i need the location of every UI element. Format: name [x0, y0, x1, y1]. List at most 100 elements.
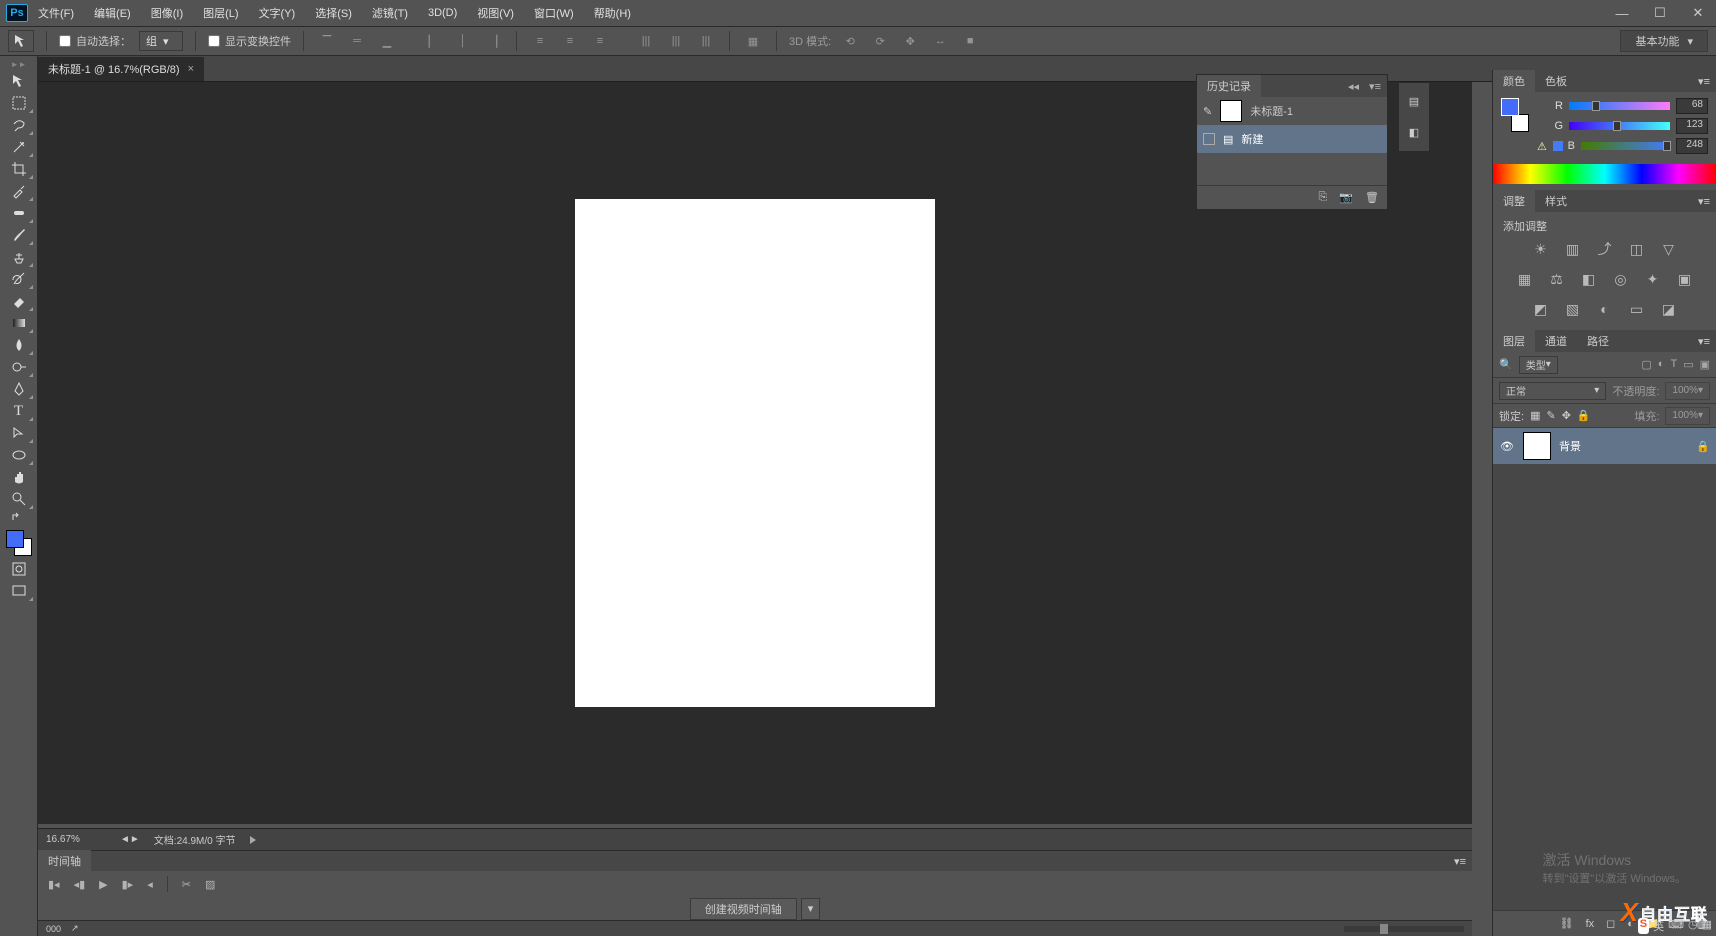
hand-tool[interactable] [4, 466, 34, 488]
g-value[interactable]: 123 [1676, 118, 1708, 134]
document-tab-close-button[interactable]: × [188, 63, 194, 75]
tray-lang-label[interactable]: 英 [1653, 918, 1664, 934]
layer-style-icon[interactable]: fx [1586, 918, 1595, 930]
history-state-row[interactable]: ▤ 新建 [1197, 125, 1387, 153]
align-left-icon[interactable]: ▏ [422, 30, 444, 52]
gradient-map-icon[interactable]: ▭ [1627, 300, 1647, 318]
zoom-tool[interactable] [4, 488, 34, 510]
eraser-tool[interactable] [4, 290, 34, 312]
layer-mask-icon[interactable]: ◻ [1606, 917, 1615, 930]
prev-frame-icon[interactable]: ◂▮ [74, 878, 86, 891]
color-panel-menu[interactable]: ▾≡ [1692, 75, 1716, 88]
auto-select-target-dropdown[interactable]: 组 ▾ [139, 31, 183, 51]
fill-input[interactable]: 100%▾ [1665, 407, 1710, 425]
paths-tab[interactable]: 路径 [1577, 330, 1619, 352]
blend-mode-dropdown[interactable]: 正常 ▾ [1499, 382, 1606, 400]
lock-all-icon[interactable]: 🔒 [1577, 409, 1591, 422]
3d-roll-icon[interactable]: ⟳ [869, 30, 891, 52]
gamut-warning-icon[interactable]: ⚠ [1537, 140, 1547, 153]
history-document-row[interactable]: ✎ 未标题-1 [1197, 97, 1387, 125]
align-top-icon[interactable]: ▔ [316, 30, 338, 52]
b-slider[interactable] [1581, 142, 1670, 150]
b-value[interactable]: 248 [1676, 138, 1708, 154]
timeline-tab[interactable]: 时间轴 [38, 850, 91, 872]
audio-mute-icon[interactable]: ✂ [182, 878, 191, 891]
menu-file[interactable]: 文件(F) [28, 0, 84, 26]
tray-ime-icon[interactable]: S [1638, 918, 1649, 934]
workspace-switcher[interactable]: 基本功能 ▾ [1620, 30, 1708, 52]
marquee-tool[interactable] [4, 92, 34, 114]
lasso-tool[interactable] [4, 114, 34, 136]
threshold-icon[interactable]: ◐ [1595, 300, 1615, 318]
menu-filter[interactable]: 滤镜(T) [362, 0, 418, 26]
r-slider[interactable] [1569, 102, 1670, 110]
layer-visibility-icon[interactable]: 👁 [1499, 440, 1515, 453]
next-frame-icon[interactable]: ▮▸ [122, 878, 134, 891]
filter-type-icon[interactable]: T [1670, 358, 1677, 371]
layers-panel-menu[interactable]: ▾≡ [1692, 335, 1716, 348]
status-flyout-icon[interactable] [250, 836, 258, 844]
zoom-level[interactable]: 16.67% [46, 834, 106, 845]
link-layers-icon[interactable]: ⛓ [1560, 917, 1574, 930]
color-tab[interactable]: 颜色 [1493, 70, 1535, 92]
distribute-bottom-icon[interactable]: ≡ [589, 30, 611, 52]
go-to-last-frame-icon[interactable]: ◂ [147, 878, 153, 891]
panel-collapse-button[interactable]: ◂◂ [1344, 80, 1363, 93]
panel-menu-button[interactable]: ▾≡ [1363, 80, 1387, 93]
window-minimize-button[interactable]: — [1610, 0, 1634, 26]
timeline-zoom-slider[interactable] [1344, 926, 1464, 932]
menu-type[interactable]: 文字(Y) [249, 0, 306, 26]
layer-thumbnail[interactable] [1523, 432, 1551, 460]
tray-misc-icon-1[interactable]: ◷ [1688, 918, 1698, 934]
window-close-button[interactable]: ✕ [1686, 0, 1710, 26]
filter-smart-icon[interactable]: ▣ [1700, 358, 1710, 371]
r-value[interactable]: 68 [1676, 98, 1708, 114]
adjustments-tab[interactable]: 调整 [1493, 190, 1535, 212]
menu-layer[interactable]: 图层(L) [193, 0, 248, 26]
filter-adjust-icon[interactable]: ◐ [1658, 358, 1665, 371]
layer-filter-dropdown[interactable]: 类型 ▾ [1519, 356, 1558, 374]
color-swatches[interactable] [4, 528, 34, 558]
create-video-timeline-button[interactable]: 创建视频时间轴 [690, 898, 797, 920]
doc-info[interactable]: 文档:24.9M/0 字节 [154, 832, 236, 847]
black-white-icon[interactable]: ◧ [1579, 270, 1599, 288]
align-right-icon[interactable]: ▕ [482, 30, 504, 52]
align-vmiddle-icon[interactable]: ═ [346, 30, 368, 52]
dock-icon-1[interactable]: ▤ [1409, 95, 1419, 108]
delete-state-icon[interactable]: 🗑 [1365, 191, 1379, 204]
3d-orbit-icon[interactable]: ⟲ [839, 30, 861, 52]
document-canvas[interactable] [575, 199, 935, 707]
color-spectrum[interactable] [1493, 164, 1716, 184]
channel-mixer-icon[interactable]: ✦ [1643, 270, 1663, 288]
play-icon[interactable]: ▶ [99, 878, 107, 891]
brush-tool[interactable] [4, 224, 34, 246]
color-balance-icon[interactable]: ⚖ [1547, 270, 1567, 288]
menu-select[interactable]: 选择(S) [305, 0, 362, 26]
levels-icon[interactable]: ▥ [1563, 240, 1583, 258]
distribute-left-icon[interactable]: ||| [635, 30, 657, 52]
menu-window[interactable]: 窗口(W) [524, 0, 584, 26]
foreground-color-swatch[interactable] [6, 530, 24, 548]
timeline-type-dropdown[interactable]: ▾ [801, 898, 821, 920]
color-panel-swatches[interactable] [1501, 98, 1529, 132]
crop-tool[interactable] [4, 158, 34, 180]
current-tool-indicator[interactable] [8, 30, 34, 52]
menu-view[interactable]: 视图(V) [467, 0, 524, 26]
eyedropper-tool[interactable] [4, 180, 34, 202]
timeline-panel-menu[interactable]: ▾≡ [1448, 855, 1472, 868]
curves-icon[interactable]: ⤴ [1595, 240, 1615, 258]
distribute-right-icon[interactable]: ||| [695, 30, 717, 52]
vibrance-icon[interactable]: ▽ [1659, 240, 1679, 258]
quickmask-tool[interactable] [4, 558, 34, 580]
lock-pixels-icon[interactable]: ✎ [1546, 409, 1555, 422]
magic-wand-tool[interactable] [4, 136, 34, 158]
menu-edit[interactable]: 编辑(E) [84, 0, 141, 26]
styles-tab[interactable]: 样式 [1535, 190, 1577, 212]
auto-select-checkbox[interactable]: 自动选择： [59, 33, 131, 49]
go-to-first-frame-icon[interactable]: ▮◂ [48, 878, 60, 891]
filter-shape-icon[interactable]: ▭ [1683, 358, 1693, 371]
move-tool[interactable] [4, 70, 34, 92]
distribute-hcenter-icon[interactable]: ||| [665, 30, 687, 52]
color-lookup-icon[interactable]: ▣ [1675, 270, 1695, 288]
swap-colors-icon[interactable] [4, 510, 34, 524]
